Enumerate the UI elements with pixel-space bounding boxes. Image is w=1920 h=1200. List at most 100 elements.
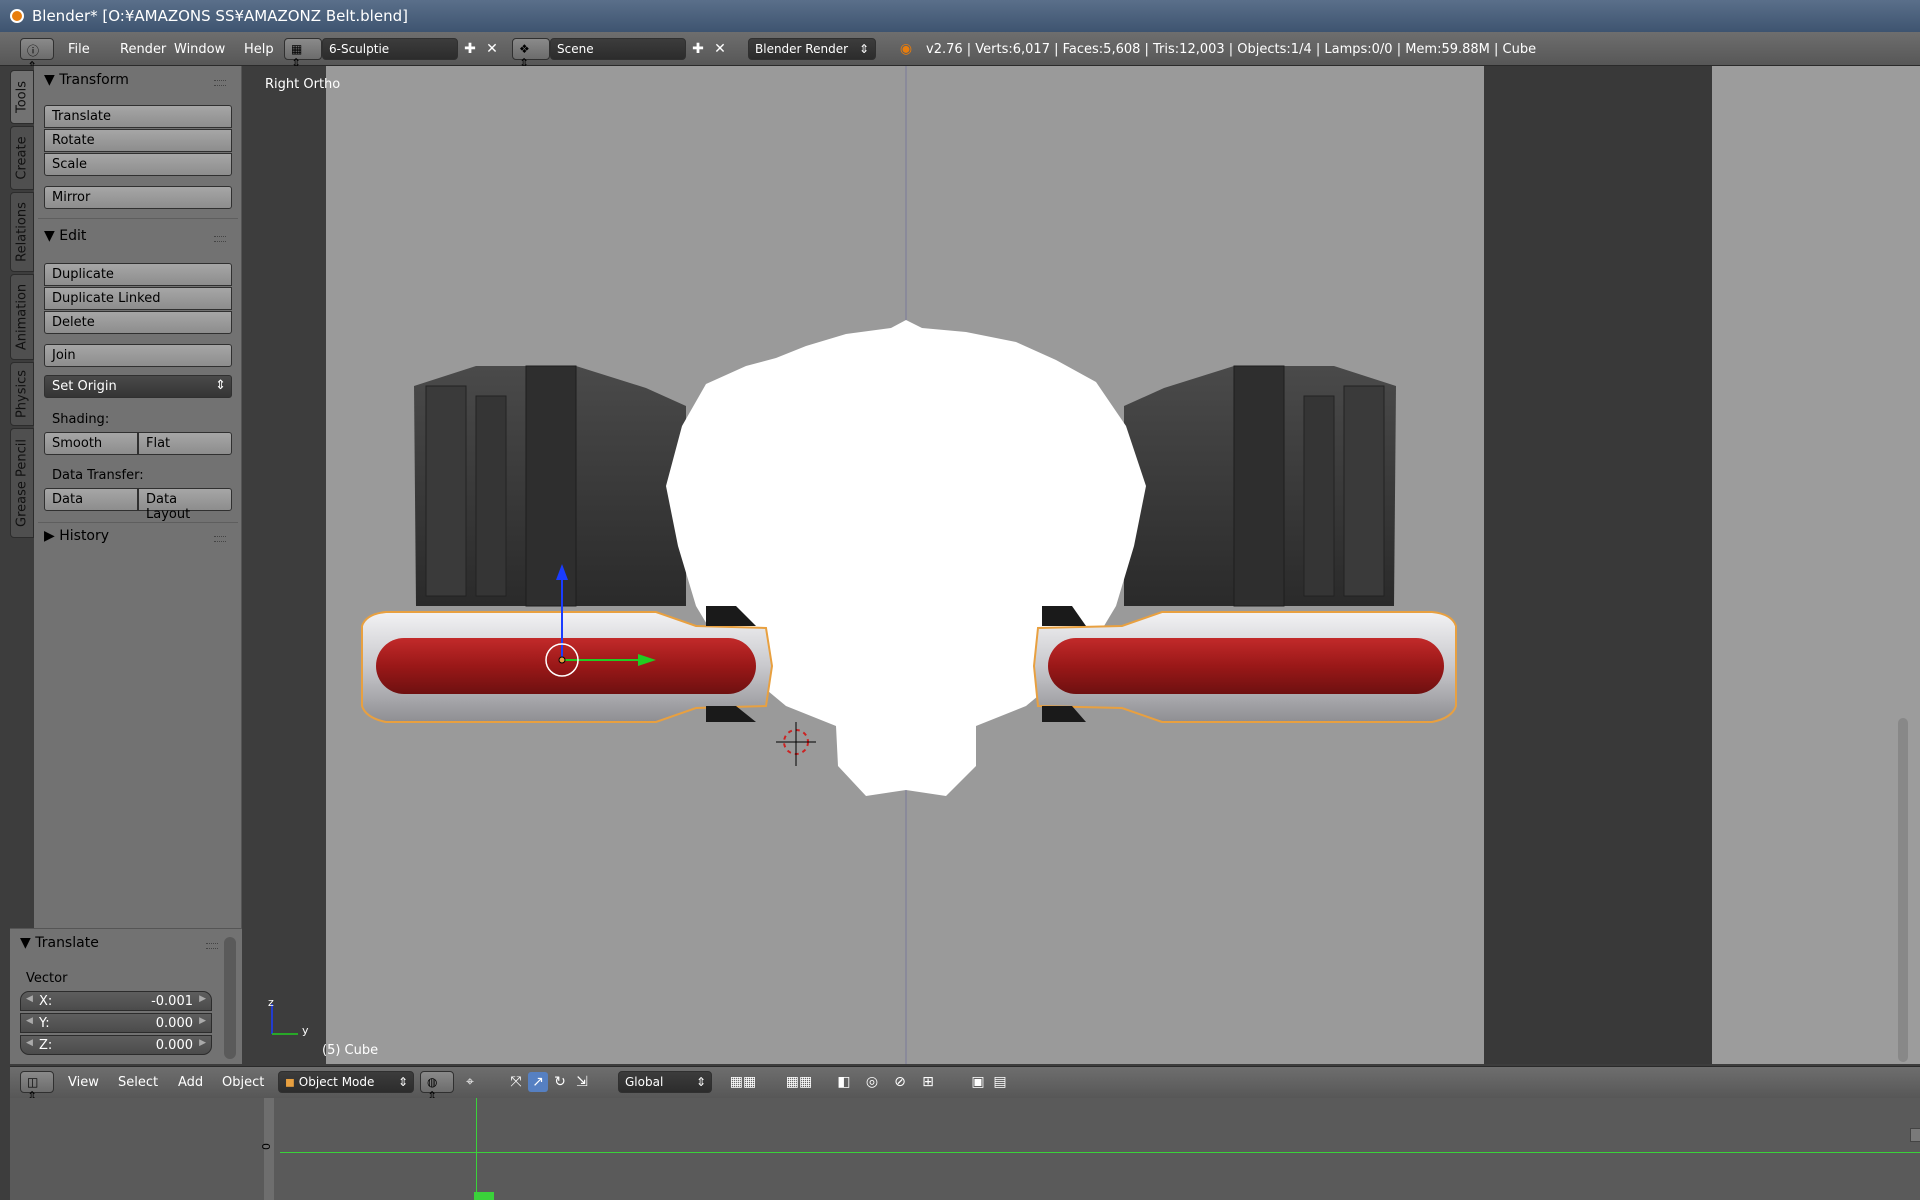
snap-element-icon[interactable]: ⊞ bbox=[918, 1072, 938, 1092]
tab-create[interactable]: Create bbox=[10, 126, 34, 190]
data-button[interactable]: Data bbox=[44, 488, 138, 511]
layers-grid-icon[interactable]: ▦▦ bbox=[720, 1072, 766, 1092]
increment-arrow-icon[interactable]: ▶ bbox=[199, 1016, 206, 1026]
3d-cursor-icon[interactable] bbox=[776, 722, 816, 766]
scene-selector[interactable]: ❖ ⇕ bbox=[512, 38, 550, 70]
dropdown-arrow-icon: ⇕ bbox=[215, 378, 226, 393]
proportional-edit-icon[interactable]: ◎ bbox=[862, 1072, 882, 1092]
redo-last-panel: ▼ Translate Vector ◀ X: -0.001 ▶ ◀ Y: 0.… bbox=[10, 928, 242, 1064]
timeline-expand-icon[interactable] bbox=[1910, 1128, 1920, 1142]
mirror-button[interactable]: Mirror bbox=[44, 186, 232, 209]
menu-render[interactable]: Render bbox=[120, 42, 166, 57]
vector-x-field[interactable]: ◀ X: -0.001 ▶ bbox=[20, 991, 212, 1011]
pivot-point-icon[interactable]: ⌖ bbox=[460, 1072, 480, 1092]
menu-view[interactable]: View bbox=[68, 1075, 99, 1090]
menu-file[interactable]: File bbox=[68, 42, 90, 57]
drag-handle-icon[interactable] bbox=[214, 536, 226, 542]
object-mode-icon: ◼ bbox=[285, 1075, 295, 1089]
lock-camera-icon[interactable]: ◧ bbox=[834, 1072, 854, 1092]
decrement-arrow-icon[interactable]: ◀ bbox=[26, 994, 33, 1004]
editor-type-menu[interactable]: ⓘ ⇕ bbox=[20, 38, 54, 73]
transform-orientation-dropdown[interactable]: Global ⇕ bbox=[618, 1071, 712, 1093]
data-layout-button[interactable]: Data Layout bbox=[138, 488, 232, 522]
delete-button[interactable]: Delete bbox=[44, 311, 232, 334]
increment-arrow-icon[interactable]: ▶ bbox=[199, 1038, 206, 1048]
remove-scene-icon[interactable]: ✕ bbox=[710, 39, 730, 59]
set-origin-dropdown[interactable]: Set Origin ⇕ bbox=[44, 375, 232, 398]
tab-grease-pencil[interactable]: Grease Pencil bbox=[10, 428, 34, 538]
add-screen-icon[interactable]: ✚ bbox=[460, 39, 480, 59]
menu-help[interactable]: Help bbox=[244, 42, 274, 57]
tab-relations[interactable]: Relations bbox=[10, 192, 34, 272]
timeline-editor[interactable]: 0 bbox=[10, 1098, 1920, 1200]
menu-window[interactable]: Window bbox=[174, 42, 225, 57]
field-key: X: bbox=[39, 994, 53, 1009]
duplicate-button[interactable]: Duplicate bbox=[44, 263, 232, 286]
edit-panel-header[interactable]: ▼ Edit bbox=[44, 228, 86, 244]
drag-handle-icon[interactable] bbox=[206, 943, 218, 949]
shading-label: Shading: bbox=[52, 412, 110, 427]
drag-handle-icon[interactable] bbox=[214, 236, 226, 242]
flat-button[interactable]: Flat bbox=[138, 432, 232, 455]
scene-field[interactable]: Scene bbox=[550, 38, 686, 60]
add-scene-icon[interactable]: ✚ bbox=[688, 39, 708, 59]
render-animation-icon[interactable]: ▤ bbox=[990, 1072, 1010, 1092]
panel-divider bbox=[38, 218, 238, 219]
viewport-shading-dropdown[interactable]: ◍ ⇕ bbox=[420, 1071, 454, 1103]
menu-object[interactable]: Object bbox=[222, 1075, 264, 1090]
translate-manipulator-icon[interactable]: ↗ bbox=[528, 1072, 548, 1092]
translate-button[interactable]: Translate bbox=[44, 105, 232, 128]
history-panel-header[interactable]: ▶ History bbox=[44, 528, 109, 544]
render-preview-icon[interactable]: ▣ bbox=[968, 1072, 988, 1092]
rotate-manipulator-icon[interactable]: ↻ bbox=[550, 1072, 570, 1092]
render-engine-label: Blender Render bbox=[755, 42, 849, 56]
editor-type-menu[interactable]: ◫ ⇕ bbox=[20, 1071, 54, 1103]
screen-layout-selector[interactable]: ▦ ⇕ bbox=[284, 38, 322, 70]
redo-panel-scrollbar[interactable] bbox=[224, 937, 236, 1059]
menu-select[interactable]: Select bbox=[118, 1075, 158, 1090]
vector-y-field[interactable]: ◀ Y: 0.000 ▶ bbox=[20, 1013, 212, 1033]
grip-left-red-panel bbox=[376, 638, 756, 694]
axis-z-label: z bbox=[268, 996, 274, 1009]
tab-tools[interactable]: Tools bbox=[10, 70, 34, 124]
blender-render-icon: ◉ bbox=[899, 41, 913, 57]
belt-model-scene bbox=[361, 66, 1457, 1064]
smooth-button[interactable]: Smooth bbox=[44, 432, 138, 455]
dropdown-arrow-icon: ⇕ bbox=[858, 42, 869, 56]
redo-panel-title: Translate bbox=[35, 935, 99, 951]
drag-handle-icon[interactable] bbox=[214, 80, 226, 86]
remove-screen-icon[interactable]: ✕ bbox=[482, 39, 502, 59]
field-value: 0.000 bbox=[155, 1016, 193, 1031]
edit-panel-title: Edit bbox=[59, 228, 87, 244]
orientation-label: Global bbox=[625, 1075, 664, 1089]
manipulator-toggle-icon[interactable]: ⤧ bbox=[506, 1072, 526, 1092]
blender-logo-icon bbox=[10, 9, 24, 23]
vector-z-field[interactable]: ◀ Z: 0.000 ▶ bbox=[20, 1035, 212, 1055]
interaction-mode-dropdown[interactable]: ◼ Object Mode ⇕ bbox=[278, 1071, 414, 1093]
join-button[interactable]: Join bbox=[44, 344, 232, 367]
current-frame-marker[interactable] bbox=[474, 1192, 494, 1200]
scale-button[interactable]: Scale bbox=[44, 153, 232, 176]
tab-animation[interactable]: Animation bbox=[10, 274, 34, 360]
current-frame-line[interactable] bbox=[476, 1098, 477, 1200]
tab-physics[interactable]: Physics bbox=[10, 362, 34, 426]
history-panel-title: History bbox=[59, 528, 110, 544]
render-engine-dropdown[interactable]: Blender Render ⇕ bbox=[748, 38, 876, 60]
decrement-arrow-icon[interactable]: ◀ bbox=[26, 1016, 33, 1026]
transform-panel-header[interactable]: ▼ Transform bbox=[44, 72, 129, 88]
field-key: Y: bbox=[39, 1016, 50, 1031]
viewport-scrollbar[interactable] bbox=[1898, 718, 1908, 1062]
increment-arrow-icon[interactable]: ▶ bbox=[199, 994, 206, 1004]
snap-icon[interactable]: ⊘ bbox=[890, 1072, 910, 1092]
tool-shelf: ▼ Transform Translate Rotate Scale Mirro… bbox=[34, 66, 242, 1062]
scale-manipulator-icon[interactable]: ⇲ bbox=[572, 1072, 592, 1092]
layers-grid-2-icon[interactable]: ▦▦ bbox=[776, 1072, 822, 1092]
redo-panel-header[interactable]: ▼ Translate bbox=[20, 935, 99, 951]
collapsed-triangle-icon: ▶ bbox=[44, 528, 55, 544]
duplicate-linked-button[interactable]: Duplicate Linked bbox=[44, 287, 232, 310]
menu-add[interactable]: Add bbox=[178, 1075, 203, 1090]
mode-label: Object Mode bbox=[298, 1075, 375, 1089]
rotate-button[interactable]: Rotate bbox=[44, 129, 232, 152]
decrement-arrow-icon[interactable]: ◀ bbox=[26, 1038, 33, 1048]
screen-layout-field[interactable]: 6-Sculptie bbox=[322, 38, 458, 60]
